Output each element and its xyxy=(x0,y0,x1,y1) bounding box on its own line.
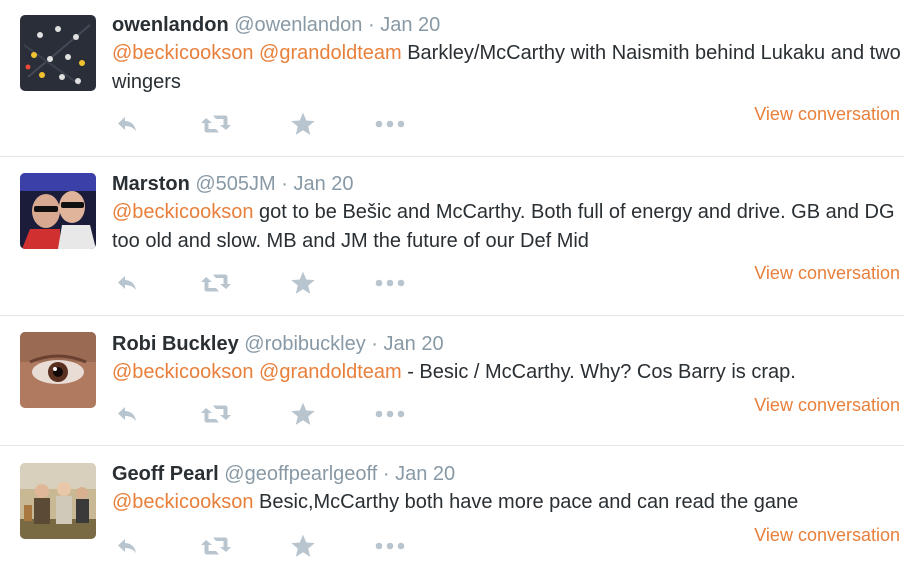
user-handle[interactable]: @robibuckley xyxy=(244,333,365,355)
more-icon[interactable] xyxy=(374,532,406,560)
tweet-text: @beckicookson got to be Bešic and McCart… xyxy=(112,198,902,256)
more-icon[interactable] xyxy=(374,269,406,297)
tweet: owenlandon @owenlandon · Jan 20 @beckico… xyxy=(0,0,904,157)
separator: · xyxy=(382,463,390,485)
tweet-text: @beckicookson @grandoldteam - Besic / Mc… xyxy=(112,358,902,387)
user-handle[interactable]: @geoffpearlgeoff xyxy=(224,463,377,485)
view-conversation-link[interactable]: View conversation xyxy=(754,104,900,125)
mention-link[interactable]: @beckicookson xyxy=(112,201,253,223)
retweet-icon[interactable] xyxy=(200,400,232,428)
mention-link[interactable]: @grandoldteam xyxy=(259,361,402,383)
separator: · xyxy=(281,173,288,195)
tweet-text: @beckicookson Besic,McCarthy both have m… xyxy=(112,488,902,517)
tweet: Marston @505JM · Jan 20 @beckicookson go… xyxy=(0,157,904,316)
tweet-text: @beckicookson @grandoldteam Barkley/McCa… xyxy=(112,39,902,97)
tweet-header: Geoff Pearl @geoffpearlgeoff · Jan 20 xyxy=(112,462,455,486)
avatar[interactable] xyxy=(20,463,96,539)
more-icon[interactable] xyxy=(374,400,406,428)
tweet-header: Robi Buckley @robibuckley · Jan 20 xyxy=(112,332,444,356)
tweet-actions xyxy=(112,532,412,560)
separator: · xyxy=(367,14,375,36)
reply-icon[interactable] xyxy=(114,400,140,428)
favorite-icon[interactable] xyxy=(290,110,316,138)
retweet-icon[interactable] xyxy=(200,110,232,138)
timestamp[interactable]: Jan 20 xyxy=(384,333,444,355)
tweet-actions xyxy=(112,269,412,297)
timestamp[interactable]: Jan 20 xyxy=(395,463,455,485)
mention-link[interactable]: @beckicookson xyxy=(112,491,253,513)
user-name[interactable]: Geoff Pearl xyxy=(112,463,219,485)
user-handle[interactable]: @505JM xyxy=(195,173,275,195)
tweet-actions xyxy=(112,110,412,138)
favorite-icon[interactable] xyxy=(290,400,316,428)
user-handle[interactable]: @owenlandon xyxy=(234,14,362,36)
user-name[interactable]: owenlandon xyxy=(112,14,229,36)
avatar[interactable] xyxy=(20,332,96,408)
reply-icon[interactable] xyxy=(114,532,140,560)
mention-link[interactable]: @beckicookson xyxy=(112,42,253,64)
retweet-icon[interactable] xyxy=(200,532,232,560)
more-icon[interactable] xyxy=(374,110,406,138)
reply-icon[interactable] xyxy=(114,110,140,138)
tweet: Robi Buckley @robibuckley · Jan 20 @beck… xyxy=(0,316,904,446)
user-name[interactable]: Marston xyxy=(112,173,190,195)
view-conversation-link[interactable]: View conversation xyxy=(754,263,900,284)
separator: · xyxy=(371,333,378,355)
tweet-body-text: - Besic / McCarthy. Why? Cos Barry is cr… xyxy=(401,361,796,383)
retweet-icon[interactable] xyxy=(200,269,232,297)
view-conversation-link[interactable]: View conversation xyxy=(754,395,900,416)
timestamp[interactable]: Jan 20 xyxy=(380,14,440,36)
tweet-header: Marston @505JM · Jan 20 xyxy=(112,172,354,196)
reply-icon[interactable] xyxy=(114,269,140,297)
avatar[interactable] xyxy=(20,173,96,249)
user-name[interactable]: Robi Buckley xyxy=(112,333,239,355)
tweet-header: owenlandon @owenlandon · Jan 20 xyxy=(112,13,440,37)
view-conversation-link[interactable]: View conversation xyxy=(754,525,900,546)
tweet-actions xyxy=(112,400,412,428)
favorite-icon[interactable] xyxy=(290,532,316,560)
timestamp[interactable]: Jan 20 xyxy=(294,173,354,195)
tweet: Geoff Pearl @geoffpearlgeoff · Jan 20 @b… xyxy=(0,446,904,576)
mention-link[interactable]: @beckicookson xyxy=(112,361,253,383)
avatar[interactable] xyxy=(20,15,96,91)
mention-link[interactable]: @grandoldteam xyxy=(259,42,402,64)
favorite-icon[interactable] xyxy=(290,269,316,297)
tweet-body-text: Besic,McCarthy both have more pace and c… xyxy=(253,491,799,513)
